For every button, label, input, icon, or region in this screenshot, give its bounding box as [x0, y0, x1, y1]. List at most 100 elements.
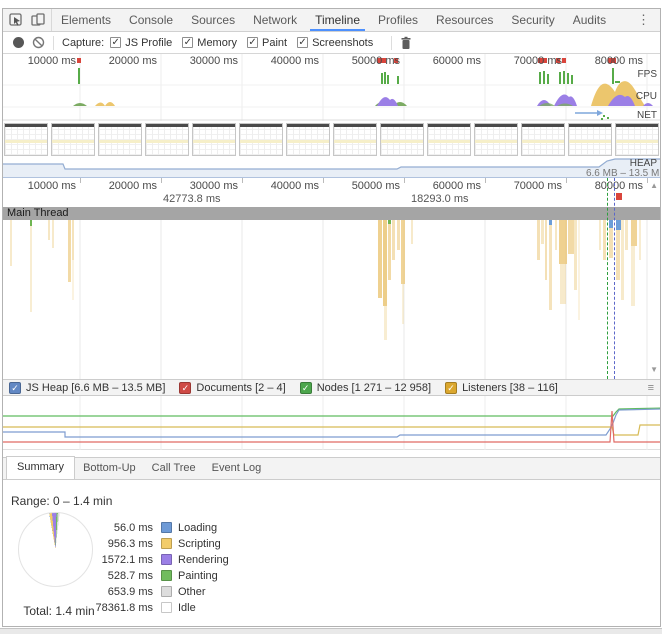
scripting-swatch: [161, 538, 172, 549]
details-tabbar: Summary Bottom-Up Call Tree Event Log: [3, 457, 660, 480]
screenshot-thumbnail[interactable]: [521, 123, 565, 156]
ruler-tick-label: 80000 ms: [595, 180, 643, 192]
overview-tick-label: 30000 ms: [190, 55, 238, 67]
legend-label: Other: [178, 586, 206, 598]
tab-sources[interactable]: Sources: [182, 9, 244, 31]
net-activity: [575, 110, 609, 120]
screenshot-thumbnail[interactable]: [427, 123, 471, 156]
tab-security[interactable]: Security: [502, 9, 563, 31]
ruler-tick-label: 10000 ms: [28, 180, 76, 192]
timeline-ruler: 10000 ms 20000 ms 30000 ms 40000 ms 5000…: [3, 178, 660, 207]
checkbox-js-profile[interactable]: ✓ JS Profile: [110, 37, 172, 49]
screenshot-thumbnail[interactable]: [98, 123, 142, 156]
bottom-strip: [0, 628, 662, 634]
ruler-tick-label: 50000 ms: [352, 180, 400, 192]
overview-tick-label: 80000 ms: [595, 55, 643, 67]
tab-event-log[interactable]: Event Log: [204, 458, 270, 479]
legend-value: 1572.1 ms: [63, 554, 153, 566]
counters-chart[interactable]: [3, 396, 660, 450]
overview-tick-label: 70000 ms: [514, 55, 562, 67]
nodes-line: [3, 408, 661, 416]
tab-profiles[interactable]: Profiles: [369, 9, 427, 31]
tab-resources[interactable]: Resources: [427, 9, 502, 31]
counters-legend: ✓ JS Heap [6.6 MB – 13.5 MB] ✓ Documents…: [3, 379, 660, 396]
counter-checkbox: ✓: [9, 382, 21, 394]
fps-row-label: FPS: [638, 69, 657, 80]
painting-swatch: [161, 570, 172, 581]
js-heap-line: [3, 409, 661, 437]
legend-label: Idle: [178, 602, 196, 614]
counter-label: Listeners [38 – 116]: [462, 382, 558, 394]
counter-listeners[interactable]: ✓ Listeners [38 – 116]: [445, 382, 558, 394]
tab-console[interactable]: Console: [120, 9, 182, 31]
screenshot-thumbnail[interactable]: [380, 123, 424, 156]
record-button[interactable]: [13, 37, 24, 48]
dcl-marker-line: [607, 178, 608, 379]
counter-nodes[interactable]: ✓ Nodes [1 271 – 12 958]: [300, 382, 431, 394]
screenshot-thumbnail[interactable]: [192, 123, 236, 156]
screenshot-thumbnail[interactable]: [474, 123, 518, 156]
screenshot-thumbnail[interactable]: [51, 123, 95, 156]
trash-icon[interactable]: [400, 36, 412, 50]
checkbox-screenshots[interactable]: ✓ Screenshots: [297, 37, 373, 49]
capture-label: Capture:: [62, 37, 104, 49]
counter-documents[interactable]: ✓ Documents [2 – 4]: [179, 382, 285, 394]
ruler-marker-label: 42773.8 ms: [163, 193, 220, 205]
screenshot-thumbnail[interactable]: [145, 123, 189, 156]
legend-row-scripting: 956.3 ms Scripting: [63, 536, 323, 551]
range-label: Range: 0 – 1.4 min: [11, 494, 112, 508]
legend-value: 528.7 ms: [63, 570, 153, 582]
screenshot-thumbnail[interactable]: [4, 123, 48, 156]
ruler-tick-label: 40000 ms: [271, 180, 319, 192]
tab-audits[interactable]: Audits: [564, 9, 615, 31]
tab-bottom-up[interactable]: Bottom-Up: [75, 458, 144, 479]
counter-checkbox: ✓: [179, 382, 191, 394]
screenshot-filmstrip[interactable]: [4, 121, 660, 157]
overview-tick-label: 20000 ms: [109, 55, 157, 67]
tab-summary[interactable]: Summary: [6, 456, 75, 479]
screenshot-thumbnail[interactable]: [239, 123, 283, 156]
rendering-swatch: [161, 554, 172, 565]
inspect-element-icon[interactable]: [9, 13, 23, 27]
capture-toolbar: Capture: ✓ JS Profile ✓ Memory ✓ Paint ✓…: [3, 32, 660, 54]
counter-label: JS Heap [6.6 MB – 13.5 MB]: [26, 382, 165, 394]
scroll-up-arrow[interactable]: ▲: [650, 181, 658, 190]
counter-js-heap[interactable]: ✓ JS Heap [6.6 MB – 13.5 MB]: [9, 382, 165, 394]
checkbox-label: Screenshots: [312, 37, 373, 49]
legend-label: Scripting: [178, 538, 221, 550]
counter-label: Nodes [1 271 – 12 958]: [317, 382, 431, 394]
overflow-menu-icon[interactable]: ⋮: [627, 12, 660, 28]
main-thread-header[interactable]: Main Thread: [3, 207, 660, 220]
checkbox-memory[interactable]: ✓ Memory: [182, 37, 237, 49]
ruler-tick-label: 60000 ms: [433, 180, 481, 192]
legend-row-painting: 528.7 ms Painting: [63, 568, 323, 583]
timeline-overview[interactable]: 10000 ms 20000 ms 30000 ms 40000 ms 5000…: [3, 54, 660, 121]
clear-icon[interactable]: [32, 36, 45, 49]
checkbox-check-icon: ✓: [182, 37, 193, 48]
counter-checkbox: ✓: [300, 382, 312, 394]
screenshot-thumbnail[interactable]: [286, 123, 330, 156]
legend-row-rendering: 1572.1 ms Rendering: [63, 552, 323, 567]
tab-timeline[interactable]: Timeline: [306, 9, 369, 31]
checkbox-label: Paint: [262, 37, 287, 49]
counters-menu-icon[interactable]: ≡: [648, 382, 660, 394]
tab-network[interactable]: Network: [244, 9, 306, 31]
screenshot-thumbnail[interactable]: [568, 123, 612, 156]
screenshot-thumbnail[interactable]: [615, 123, 659, 156]
event-flag-marker: [616, 193, 622, 200]
listeners-line: [3, 425, 661, 435]
legend-row-other: 653.9 ms Other: [63, 584, 323, 599]
ruler-tick-label: 20000 ms: [109, 180, 157, 192]
device-toolbar-icon[interactable]: [31, 13, 45, 27]
tab-call-tree[interactable]: Call Tree: [144, 458, 204, 479]
idle-swatch: [161, 602, 172, 613]
tab-elements[interactable]: Elements: [52, 9, 120, 31]
checkbox-check-icon: ✓: [247, 37, 258, 48]
checkbox-label: Memory: [197, 37, 237, 49]
scroll-down-arrow[interactable]: ▼: [650, 365, 658, 374]
flame-chart[interactable]: ▼: [3, 220, 660, 379]
screenshot-thumbnail[interactable]: [333, 123, 377, 156]
checkbox-paint[interactable]: ✓ Paint: [247, 37, 287, 49]
devtools-tabbar: Elements Console Sources Network Timelin…: [3, 9, 660, 32]
overview-tick-label: 60000 ms: [433, 55, 481, 67]
